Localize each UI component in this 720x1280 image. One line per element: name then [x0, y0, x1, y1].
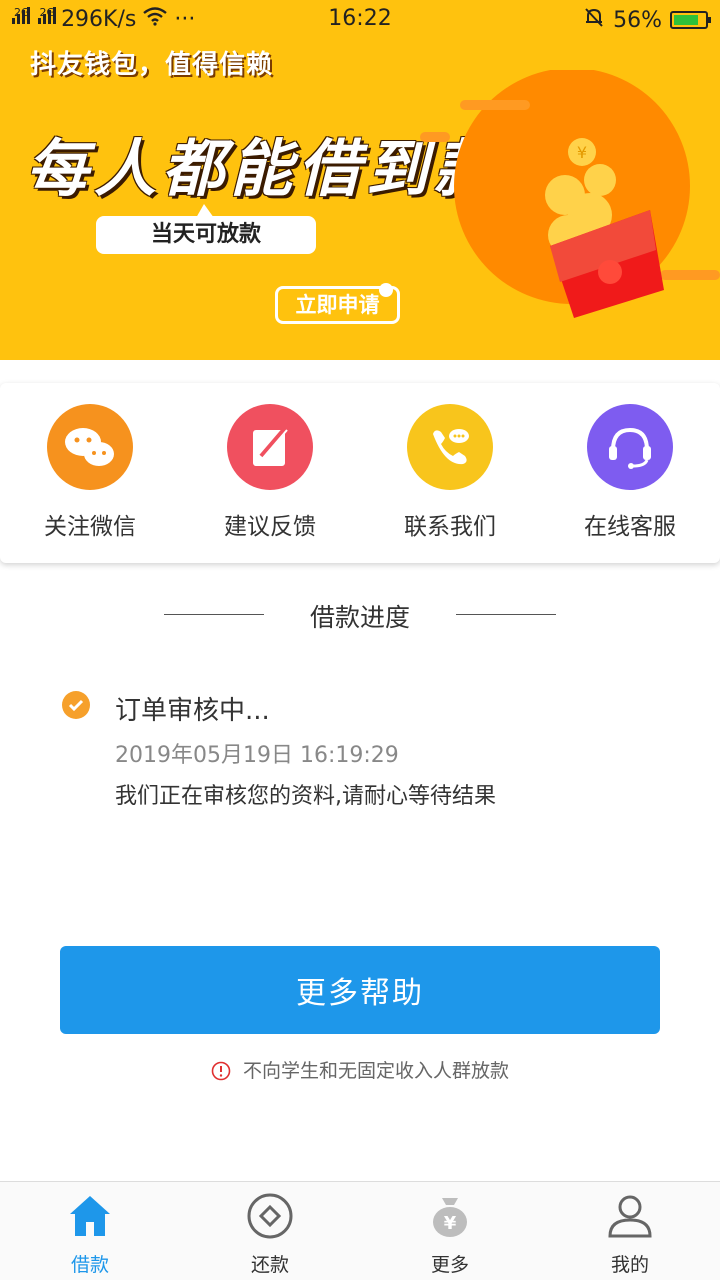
action-label: 建议反馈	[224, 514, 316, 540]
more-help-button[interactable]: 更多帮助	[60, 946, 660, 1034]
headset-icon	[587, 404, 673, 490]
action-feedback[interactable]: 建议反馈	[180, 383, 360, 563]
bottom-tab-bar: 借款 还款 ¥ 更多 我的	[0, 1181, 720, 1280]
divider-right	[456, 614, 556, 615]
check-icon	[62, 691, 90, 719]
red-envelope-coins-illustration: ¥	[420, 70, 720, 318]
phone-icon	[407, 404, 493, 490]
banner-bubble: 当天可放款	[96, 204, 316, 254]
quick-actions: 关注微信 建议反馈 联系我们 在线客服	[0, 383, 720, 563]
tab-more[interactable]: ¥ 更多	[360, 1182, 540, 1280]
feedback-icon	[227, 404, 313, 490]
profile-icon	[608, 1195, 652, 1238]
tab-label: 更多	[430, 1254, 469, 1276]
apply-now-button[interactable]: 立即申请	[275, 283, 400, 324]
progress-title: 借款进度	[309, 603, 410, 632]
apply-now-label: 立即申请	[295, 293, 380, 317]
coin-symbol: ¥	[577, 143, 587, 162]
tab-repay[interactable]: 还款	[180, 1182, 360, 1280]
step-time: 2019年05月19日 16:19:29	[115, 743, 399, 768]
tab-loan[interactable]: 借款	[0, 1182, 180, 1280]
notice: 不向学生和无固定收入人群放款	[0, 1056, 720, 1086]
action-label: 联系我们	[404, 514, 496, 540]
step-title: 订单审核中...	[115, 696, 270, 726]
home-icon	[70, 1196, 110, 1236]
wechat-icon	[47, 404, 133, 490]
action-contact-us[interactable]: 联系我们	[360, 383, 540, 563]
promo-banner[interactable]: 2G 2G 296K/s ··· 16:22 56% 抖友钱包，值得信赖 每人都…	[0, 0, 720, 360]
status-bar: 2G 2G 296K/s ··· 16:22 56%	[0, 0, 720, 38]
action-label: 关注微信	[44, 514, 136, 540]
tab-label: 还款	[250, 1254, 289, 1276]
notice-text: 不向学生和无固定收入人群放款	[243, 1060, 510, 1082]
money-bag-icon: ¥	[433, 1198, 467, 1237]
step-description: 我们正在审核您的资料,请耐心等待结果	[115, 784, 496, 809]
repay-icon	[247, 1193, 293, 1239]
action-label: 在线客服	[584, 514, 676, 540]
warning-icon	[211, 1061, 231, 1086]
tab-label: 借款	[70, 1254, 109, 1276]
mute-bell-icon	[583, 6, 605, 34]
action-follow-wechat[interactable]: 关注微信	[0, 383, 180, 563]
svg-text:¥: ¥	[444, 1213, 457, 1234]
tab-label: 我的	[610, 1254, 649, 1276]
battery-icon	[670, 11, 711, 29]
tab-mine[interactable]: 我的	[540, 1182, 720, 1280]
banner-tagline: 抖友钱包，值得信赖	[30, 50, 274, 80]
action-online-service[interactable]: 在线客服	[540, 383, 720, 563]
battery-percent: 56%	[613, 7, 662, 33]
